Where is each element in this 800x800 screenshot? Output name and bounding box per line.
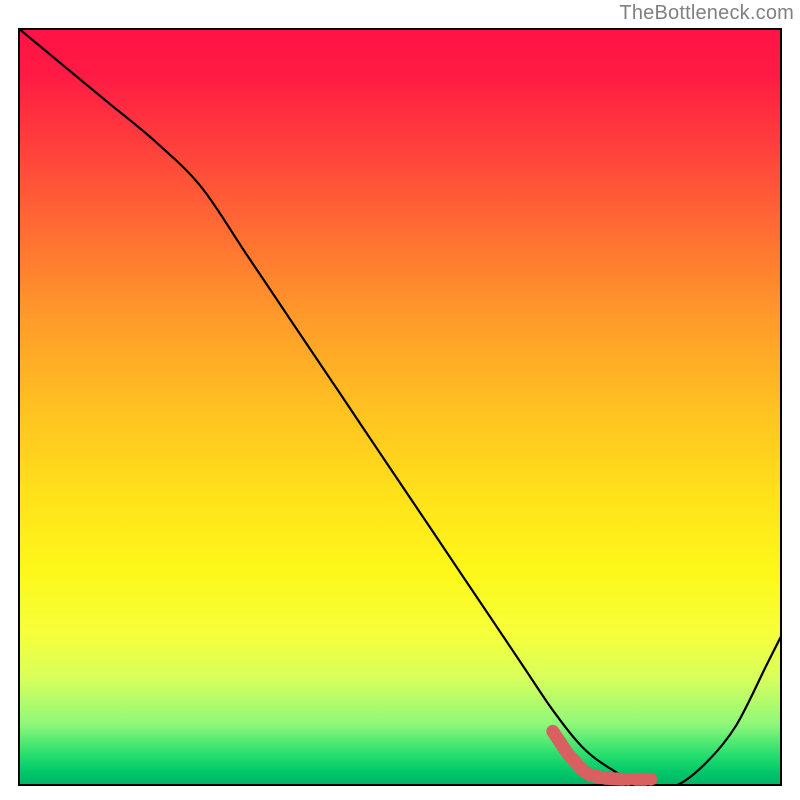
chart-plot-area: [18, 28, 782, 786]
attribution-text: TheBottleneck.com: [619, 2, 794, 25]
chart-root: { "attribution": "TheBottleneck.com", "c…: [0, 0, 800, 800]
